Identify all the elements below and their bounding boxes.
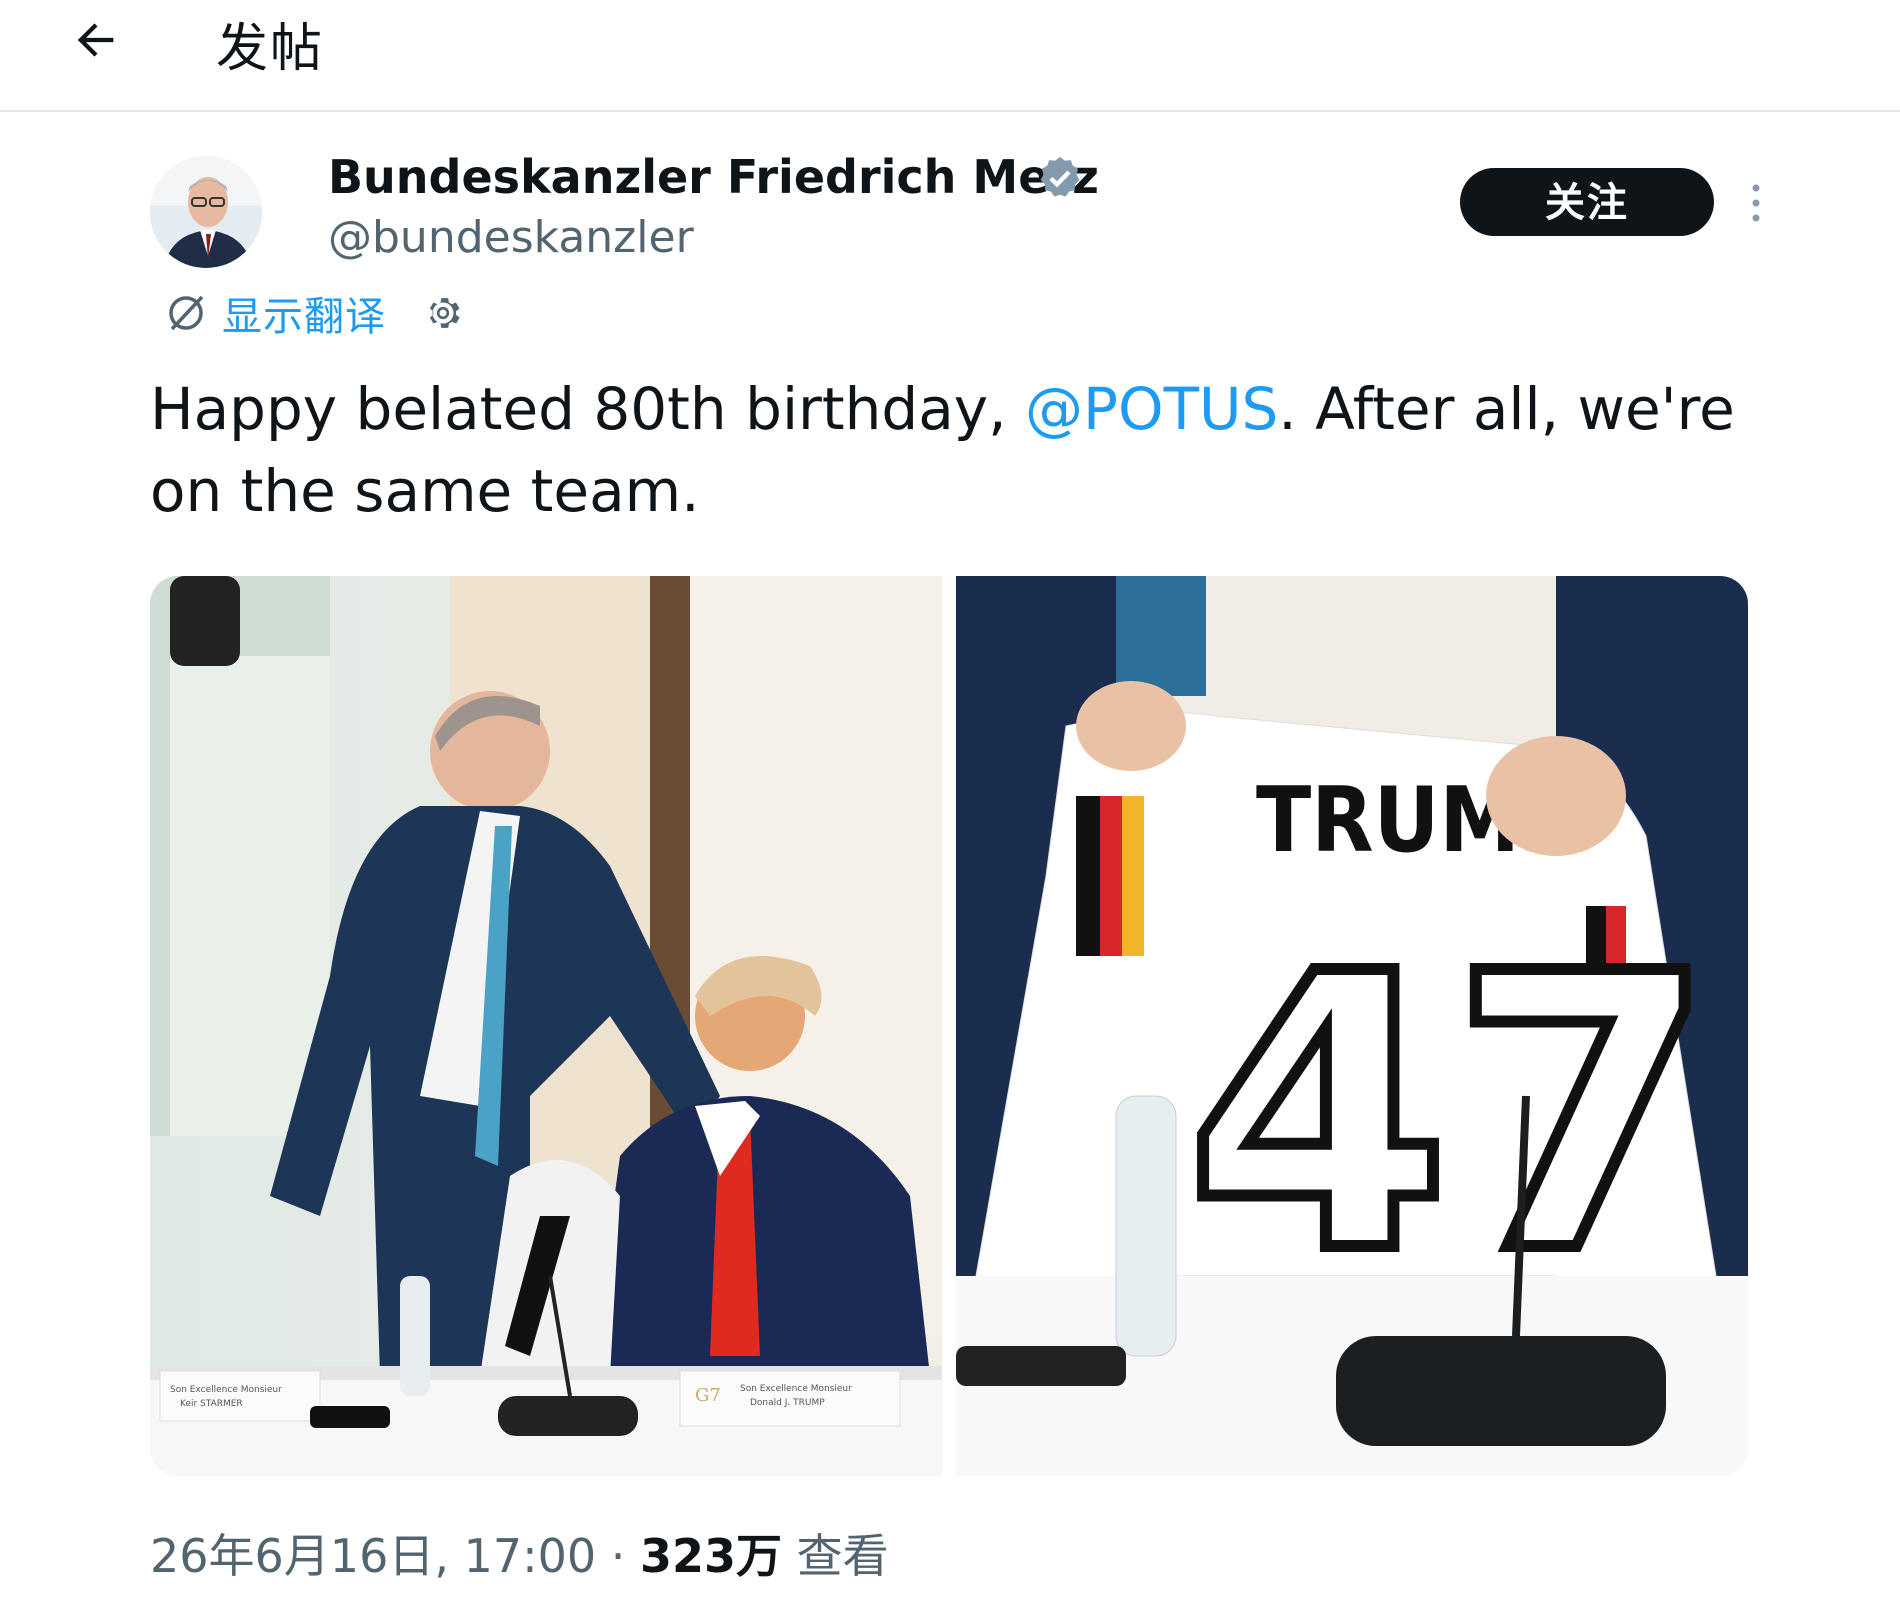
media-grid: Son Excellence Monsieur Keir STARMER G7 …	[150, 576, 1748, 1476]
tweet-datetime[interactable]: 26年6月16日, 17:00	[150, 1529, 596, 1583]
nameplate-right-line2: Donald J. TRUMP	[750, 1398, 825, 1408]
tweet-footer: 26年6月16日, 17:00 · 323万 查看	[150, 1520, 889, 1586]
views-label: 查看	[782, 1529, 889, 1583]
top-bar: 发帖	[0, 0, 1900, 112]
views-count[interactable]: 323万	[640, 1529, 782, 1583]
more-vertical-icon[interactable]	[1744, 180, 1768, 226]
follow-button[interactable]: 关注	[1460, 168, 1714, 236]
footer-separator: ·	[596, 1529, 641, 1583]
photo-jersey[interactable]: TRUMP 47	[956, 576, 1748, 1476]
tweet-text: Happy belated 80th birthday, @POTUS. Aft…	[150, 368, 1750, 532]
translate-row: 显示翻译	[164, 288, 464, 340]
translate-icon[interactable]	[164, 291, 208, 335]
verified-badge-icon	[1040, 157, 1080, 197]
photo-merz-trump[interactable]: Son Excellence Monsieur Keir STARMER G7 …	[150, 576, 942, 1476]
nameplate-left-line1: Son Excellence Monsieur	[170, 1385, 282, 1395]
author-name[interactable]: Bundeskanzler Friedrich Merz	[328, 150, 1099, 204]
avatar[interactable]	[150, 156, 262, 268]
nameplate-left-line2: Keir STARMER	[180, 1399, 243, 1409]
nameplate-right-line1: Son Excellence Monsieur	[740, 1384, 852, 1394]
g7-logo: G7	[695, 1385, 721, 1406]
jersey-number: 47	[1186, 893, 1715, 1336]
tweet-text-before: Happy belated 80th birthday,	[150, 375, 1025, 443]
gear-icon[interactable]	[422, 292, 464, 334]
author-handle[interactable]: @bundeskanzler	[328, 212, 694, 263]
show-translation-link[interactable]: 显示翻译	[222, 284, 386, 342]
page-title: 发帖	[216, 19, 325, 79]
arrow-left-icon[interactable]	[70, 14, 122, 66]
mention-link[interactable]: @POTUS	[1025, 375, 1278, 443]
